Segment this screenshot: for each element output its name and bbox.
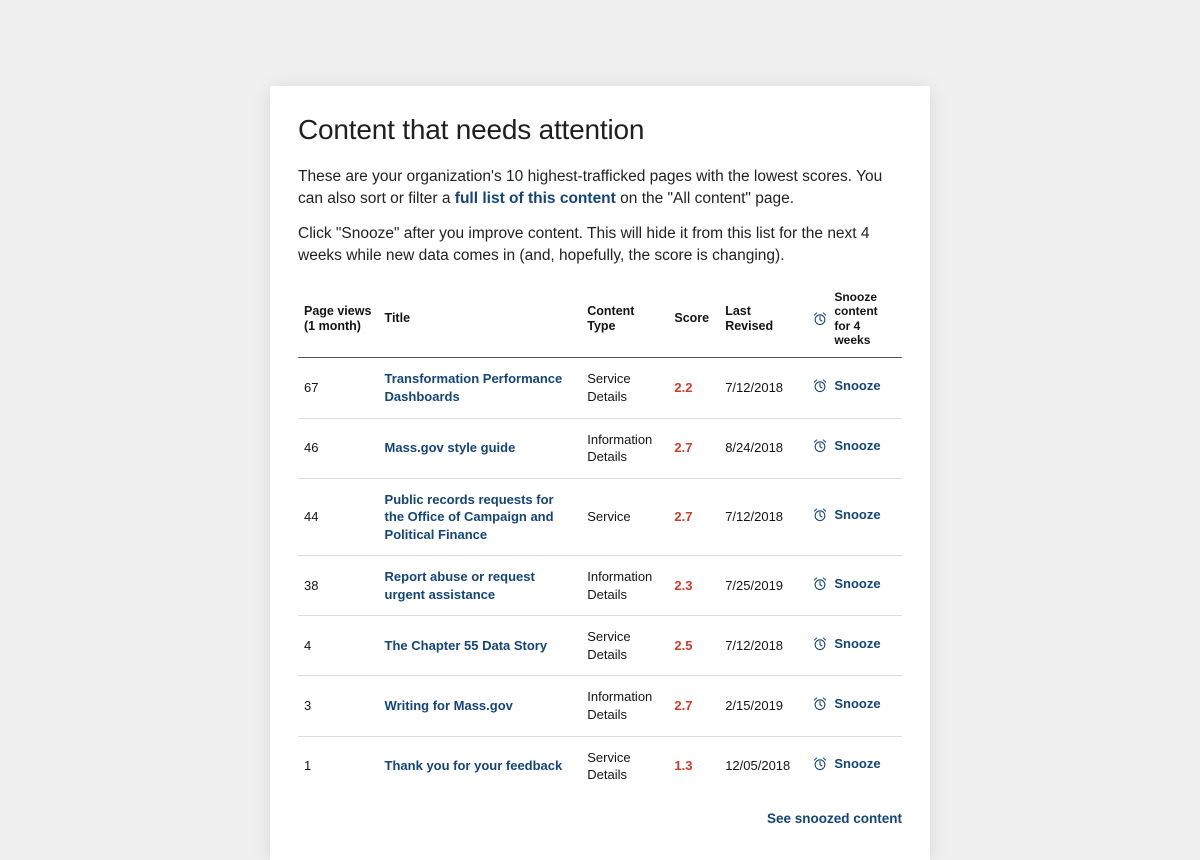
alarm-clock-icon [812, 756, 828, 772]
cell-date: 8/24/2018 [719, 418, 806, 478]
intro-paragraph-2: Click "Snooze" after you improve content… [298, 223, 902, 268]
cell-score: 2.7 [674, 698, 692, 713]
footer-link-row: See snoozed content [298, 810, 902, 828]
page-title: Content that needs attention [298, 114, 902, 146]
content-title-link[interactable]: Report abuse or request urgent assistanc… [385, 569, 535, 602]
col-header-type[interactable]: Content Type [581, 282, 668, 358]
cell-views: 38 [298, 556, 379, 616]
snooze-button-label: Snooze [834, 378, 880, 393]
snooze-button[interactable]: Snooze [812, 636, 880, 652]
full-list-link[interactable]: full list of this content [455, 190, 616, 207]
content-title-link[interactable]: The Chapter 55 Data Story [385, 638, 548, 653]
cell-date: 2/15/2019 [719, 676, 806, 736]
snooze-button-label: Snooze [834, 756, 880, 771]
cell-views: 1 [298, 736, 379, 796]
cell-type: Service Details [581, 616, 668, 676]
alarm-clock-icon [812, 378, 828, 394]
col-header-snooze: Snooze content for 4 weeks [806, 282, 902, 358]
table-row: 67Transformation Performance Dashboards S… [298, 358, 902, 418]
cell-score: 2.3 [674, 578, 692, 593]
cell-type: Service Details [581, 358, 668, 418]
snooze-button[interactable]: Snooze [812, 576, 880, 592]
cell-date: 7/12/2018 [719, 616, 806, 676]
cell-views: 67 [298, 358, 379, 418]
table-row: 38Report abuse or request urgent assista… [298, 556, 902, 616]
cell-date: 7/12/2018 [719, 478, 806, 556]
alarm-clock-icon [812, 636, 828, 652]
cell-date: 12/05/2018 [719, 736, 806, 796]
cell-score: 2.5 [674, 638, 692, 653]
content-title-link[interactable]: Public records requests for the Office o… [385, 492, 554, 542]
content-title-link[interactable]: Thank you for your feedback [385, 758, 563, 773]
content-title-link[interactable]: Mass.gov style guide [385, 440, 516, 455]
alarm-clock-icon [812, 576, 828, 592]
cell-type: Information Details [581, 556, 668, 616]
snooze-button[interactable]: Snooze [812, 756, 880, 772]
cell-score: 1.3 [674, 758, 692, 773]
table-row: 3 Writing for Mass.gov Information Details… [298, 676, 902, 736]
cell-score: 2.7 [674, 509, 692, 524]
table-row: 4 The Chapter 55 Data Story Service Detail… [298, 616, 902, 676]
col-header-title[interactable]: Title [379, 282, 582, 358]
cell-type: Information Details [581, 676, 668, 736]
table-row: 46 Mass.gov style guide Information Detail… [298, 418, 902, 478]
cell-views: 3 [298, 676, 379, 736]
alarm-clock-icon [812, 507, 828, 523]
cell-views: 46 [298, 418, 379, 478]
snooze-button-label: Snooze [834, 636, 880, 651]
attention-content-card: Content that needs attention These are y… [270, 86, 930, 860]
snooze-button-label: Snooze [834, 438, 880, 453]
content-title-link[interactable]: Writing for Mass.gov [385, 698, 513, 713]
alarm-clock-icon [812, 696, 828, 712]
col-header-snooze-text: Snooze content for 4 weeks [834, 290, 896, 348]
table-row: 1 Thank you for your feedback Service Deta… [298, 736, 902, 796]
snooze-button[interactable]: Snooze [812, 507, 880, 523]
table-header-row: Page views (1 month) Title Content Type … [298, 282, 902, 358]
cell-date: 7/12/2018 [719, 358, 806, 418]
content-table: Page views (1 month) Title Content Type … [298, 282, 902, 796]
cell-type: Service Details [581, 736, 668, 796]
snooze-button[interactable]: Snooze [812, 378, 880, 394]
intro-text-suffix: on the "All content" page. [620, 190, 794, 207]
cell-score: 2.7 [674, 440, 692, 455]
intro-paragraph-1: These are your organization's 10 highest… [298, 166, 902, 211]
snooze-button-label: Snooze [834, 696, 880, 711]
cell-type: Information Details [581, 418, 668, 478]
see-snoozed-link[interactable]: See snoozed content [767, 811, 902, 826]
cell-date: 7/25/2019 [719, 556, 806, 616]
col-header-score[interactable]: Score [668, 282, 719, 358]
col-header-date[interactable]: Last Revised [719, 282, 806, 358]
snooze-button-label: Snooze [834, 507, 880, 522]
cell-score: 2.2 [674, 380, 692, 395]
table-row: 44Public records requests for the Office… [298, 478, 902, 556]
alarm-clock-icon [812, 311, 828, 327]
alarm-clock-icon [812, 438, 828, 454]
content-title-link[interactable]: Transformation Performance Dashboards [385, 371, 563, 404]
cell-views: 44 [298, 478, 379, 556]
cell-type: Service [581, 478, 668, 556]
col-header-views[interactable]: Page views (1 month) [298, 282, 379, 358]
cell-views: 4 [298, 616, 379, 676]
snooze-button[interactable]: Snooze [812, 438, 880, 454]
snooze-button[interactable]: Snooze [812, 696, 880, 712]
snooze-button-label: Snooze [834, 576, 880, 591]
